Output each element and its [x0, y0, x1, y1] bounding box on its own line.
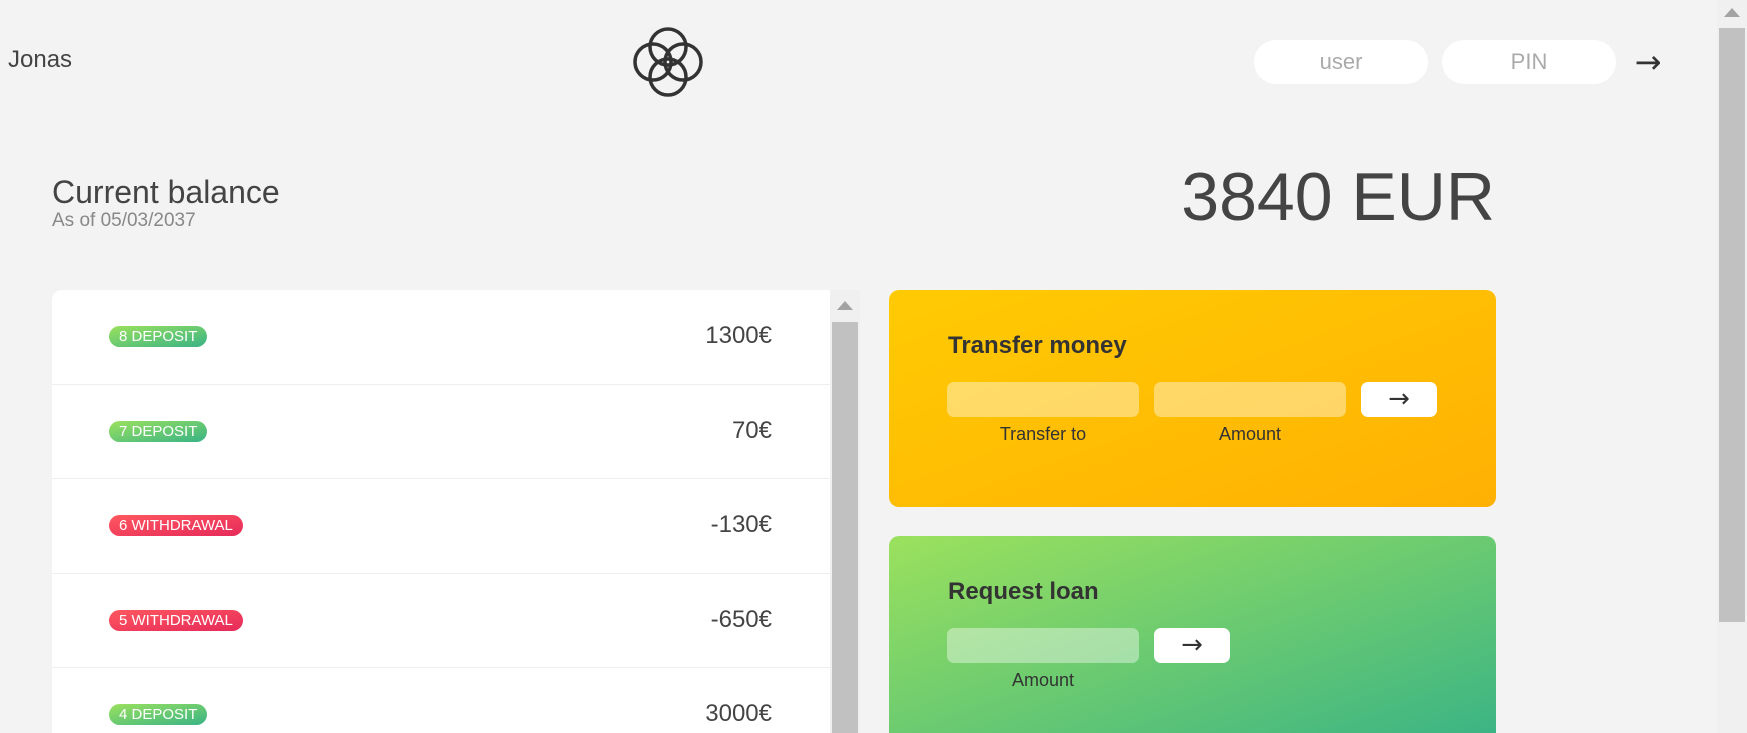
- transfer-submit-button[interactable]: →: [1361, 382, 1437, 417]
- bankist-app: Jonas → Current balance As of 05/03/2037…: [0, 0, 1747, 733]
- movement-row: 7 DEPOSIT 70€: [52, 385, 830, 479]
- login-pin-input[interactable]: [1442, 40, 1616, 84]
- page-scroll-up-arrow-icon[interactable]: [1717, 0, 1747, 24]
- movement-row: 8 DEPOSIT 1300€: [52, 290, 830, 385]
- page-scrollbar[interactable]: [1717, 0, 1747, 733]
- movement-row: 4 DEPOSIT 3000€: [52, 668, 830, 733]
- transfer-amount-input[interactable]: [1154, 382, 1346, 417]
- balance-label: Current balance: [52, 174, 280, 210]
- login-user-input[interactable]: [1254, 40, 1428, 84]
- movement-type-badge: 8 DEPOSIT: [109, 326, 208, 347]
- movements-scrollbar[interactable]: [830, 290, 860, 733]
- transfer-panel: Transfer money → Transfer to Amount: [889, 290, 1496, 507]
- movement-row: 5 WITHDRAWAL -650€: [52, 574, 830, 668]
- movement-type-badge: 5 WITHDRAWAL: [109, 609, 243, 631]
- loan-panel: Request loan → Amount: [889, 536, 1496, 733]
- movement-value: -130€: [710, 511, 772, 538]
- movement-type-badge: 6 WITHDRAWAL: [109, 515, 243, 536]
- loan-amount-input[interactable]: [947, 628, 1139, 663]
- welcome-message: Jonas: [8, 46, 73, 73]
- transfer-to-label: Transfer to: [999, 424, 1087, 444]
- balance-date: As of 05/03/2037: [52, 210, 196, 231]
- movement-type-badge: 4 DEPOSIT: [109, 704, 208, 725]
- movement-value: 3000€: [705, 700, 772, 727]
- loan-amount-label: Amount: [1011, 670, 1075, 690]
- movement-value: -650€: [710, 605, 772, 633]
- loan-submit-button[interactable]: →: [1154, 628, 1230, 663]
- movements-list[interactable]: 8 DEPOSIT 1300€ 7 DEPOSIT 70€ 6 WITHDRAW…: [52, 290, 830, 733]
- loan-title: Request loan: [948, 578, 1099, 605]
- logo-icon: [633, 27, 703, 97]
- movement-value: 70€: [731, 416, 772, 444]
- movement-type-badge: 7 DEPOSIT: [109, 420, 208, 442]
- transfer-amount-label: Amount: [1218, 424, 1282, 444]
- transfer-title: Transfer money: [948, 332, 1127, 359]
- transfer-to-input[interactable]: [947, 382, 1139, 417]
- scrollbar-thumb[interactable]: [832, 322, 858, 733]
- login-button[interactable]: →: [1628, 40, 1668, 84]
- movement-row: 6 WITHDRAWAL -130€: [52, 479, 830, 574]
- scroll-up-arrow-icon[interactable]: [830, 290, 860, 320]
- balance-value: 3840 EUR: [1181, 159, 1495, 235]
- page-scrollbar-thumb[interactable]: [1719, 28, 1745, 622]
- movement-value: 1300€: [705, 322, 772, 349]
